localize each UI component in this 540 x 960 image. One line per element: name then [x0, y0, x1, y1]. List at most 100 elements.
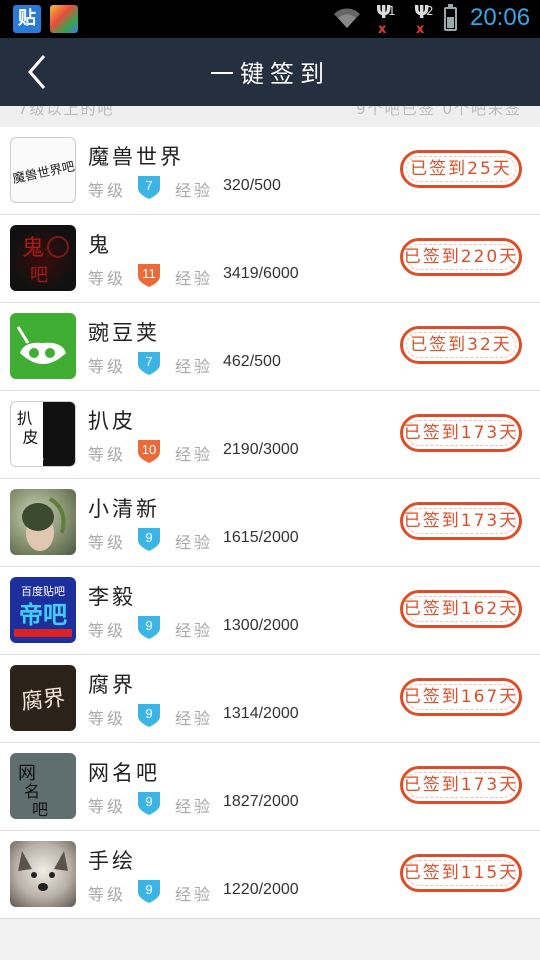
- level-number: 10: [141, 442, 157, 457]
- signed-in-stamp[interactable]: 已签到167天: [400, 678, 522, 716]
- exp-value: 1827/2000: [223, 793, 299, 810]
- svg-text:帝吧: 帝吧: [19, 601, 67, 629]
- svg-text:皮: 皮: [23, 429, 39, 447]
- forum-list: 魔兽世界吧 魔兽世界 等级 7 经验 320/500 已签到25天 鬼吧 鬼 等…: [0, 127, 540, 919]
- level-label: 等级: [88, 533, 127, 552]
- forum-avatar: [10, 841, 76, 907]
- page-title: 一键签到: [210, 60, 330, 88]
- svg-text:名: 名: [24, 782, 40, 801]
- forum-avatar: 魔兽世界吧: [10, 137, 76, 203]
- exp-value: 1314/2000: [223, 705, 299, 722]
- level-label: 等级: [88, 885, 127, 904]
- forum-row[interactable]: 豌豆荚 等级 7 经验 462/500 已签到32天: [0, 303, 540, 391]
- exp-value: 462/500: [223, 353, 281, 370]
- wifi-icon: [334, 8, 360, 28]
- forum-row[interactable]: 小清新 等级 9 经验 1615/2000 已签到173天: [0, 479, 540, 567]
- forum-name: 小清新: [88, 497, 160, 521]
- level-badge: 9: [136, 878, 162, 904]
- level-label: 等级: [88, 269, 127, 288]
- forum-name: 手绘: [88, 849, 136, 873]
- exp-label: 经验: [175, 533, 214, 552]
- forum-avatar: 百度贴吧 帝吧: [10, 577, 76, 643]
- forum-avatar: [10, 313, 76, 379]
- forum-row[interactable]: 手绘 等级 9 经验 1220/2000 已签到115天: [0, 831, 540, 919]
- level-number: 9: [145, 706, 153, 721]
- level-badge: 9: [136, 702, 162, 728]
- exp-label: 经验: [175, 621, 214, 640]
- exp-value: 2190/3000: [223, 441, 299, 458]
- exp-value: 3419/6000: [223, 265, 299, 282]
- level-badge: 9: [136, 790, 162, 816]
- level-badge: 10: [136, 438, 162, 464]
- svg-text:鬼: 鬼: [22, 236, 44, 261]
- level-label: 等级: [88, 621, 127, 640]
- level-label: 等级: [88, 797, 127, 816]
- forum-name: 鬼: [88, 233, 112, 257]
- forum-row[interactable]: 百度贴吧帝吧 李毅 等级 9 经验 1300/2000 已签到162天: [0, 567, 540, 655]
- forum-name: 李毅: [88, 585, 136, 609]
- forum-row[interactable]: 鬼吧 鬼 等级 11 经验 3419/6000 已签到220天: [0, 215, 540, 303]
- exp-label: 经验: [175, 797, 214, 816]
- clock: 20:06: [470, 4, 531, 31]
- level-label: 等级: [88, 709, 127, 728]
- signal-icon-sim1: Ψ1x: [376, 2, 396, 38]
- forum-name: 网名吧: [88, 761, 160, 785]
- svg-text:吧: 吧: [30, 448, 44, 464]
- svg-text:吧: 吧: [32, 800, 48, 819]
- list-subheader: 7级以上的吧 9个吧已签 0个吧未签: [0, 106, 540, 126]
- exp-label: 经验: [175, 885, 214, 904]
- level-label: 等级: [88, 357, 127, 376]
- exp-value: 1615/2000: [223, 529, 299, 546]
- level-badge: 11: [136, 262, 162, 288]
- status-bar: 贴 Ψ1x Ψ2x 20:06: [0, 0, 540, 38]
- signal-icon-sim2: Ψ2x: [414, 2, 434, 38]
- battery-icon: [444, 4, 457, 31]
- level-number: 11: [142, 266, 156, 281]
- level-number: 7: [145, 178, 153, 193]
- forum-name: 豌豆荚: [88, 321, 160, 345]
- forum-name: 魔兽世界: [88, 145, 184, 169]
- signed-in-stamp[interactable]: 已签到25天: [400, 150, 522, 188]
- svg-text:扒: 扒: [17, 409, 33, 427]
- forum-row[interactable]: 网名吧 网名吧 等级 9 经验 1827/2000 已签到173天: [0, 743, 540, 831]
- signed-in-stamp[interactable]: 已签到173天: [400, 414, 522, 452]
- signed-in-stamp[interactable]: 已签到173天: [400, 766, 522, 804]
- svg-text:吧: 吧: [30, 265, 48, 286]
- level-number: 7: [145, 354, 153, 369]
- svg-text:腐界: 腐界: [20, 686, 66, 715]
- exp-label: 经验: [175, 181, 214, 200]
- exp-label: 经验: [175, 709, 214, 728]
- level-number: 9: [145, 882, 153, 897]
- exp-label: 经验: [175, 357, 214, 376]
- signed-in-stamp[interactable]: 已签到162天: [400, 590, 522, 628]
- signed-in-stamp[interactable]: 已签到220天: [400, 238, 522, 276]
- forum-row[interactable]: 扒皮吧 扒皮 等级 10 经验 2190/3000 已签到173天: [0, 391, 540, 479]
- level-label: 等级: [88, 445, 127, 464]
- signed-in-stamp[interactable]: 已签到32天: [400, 326, 522, 364]
- level-badge: 9: [136, 526, 162, 552]
- forum-row[interactable]: 魔兽世界吧 魔兽世界 等级 7 经验 320/500 已签到25天: [0, 127, 540, 215]
- forum-avatar: 腐界: [10, 665, 76, 731]
- signed-in-stamp[interactable]: 已签到173天: [400, 502, 522, 540]
- forum-avatar: 扒皮吧: [10, 401, 76, 467]
- level-number: 9: [145, 794, 153, 809]
- subheader-left: 7级以上的吧: [18, 106, 115, 118]
- tieba-icon: 贴: [13, 5, 41, 33]
- exp-label: 经验: [175, 445, 214, 464]
- level-badge: 9: [136, 614, 162, 640]
- title-bar: 一键签到: [0, 38, 540, 106]
- forum-avatar: [10, 489, 76, 555]
- forum-name: 扒皮: [88, 409, 136, 433]
- forum-name: 腐界: [88, 673, 136, 697]
- forum-avatar: 网名吧: [10, 753, 76, 819]
- level-badge: 7: [136, 174, 162, 200]
- forum-row[interactable]: 腐界 腐界 等级 9 经验 1314/2000 已签到167天: [0, 655, 540, 743]
- level-badge: 7: [136, 350, 162, 376]
- exp-value: 320/500: [223, 177, 281, 194]
- signed-in-stamp[interactable]: 已签到115天: [400, 854, 522, 892]
- svg-text:百度贴吧: 百度贴吧: [21, 584, 65, 598]
- svg-text:魔兽世界吧: 魔兽世界吧: [11, 158, 75, 186]
- exp-value: 1300/2000: [223, 617, 299, 634]
- browser-icon: [50, 5, 78, 33]
- level-number: 9: [145, 530, 153, 545]
